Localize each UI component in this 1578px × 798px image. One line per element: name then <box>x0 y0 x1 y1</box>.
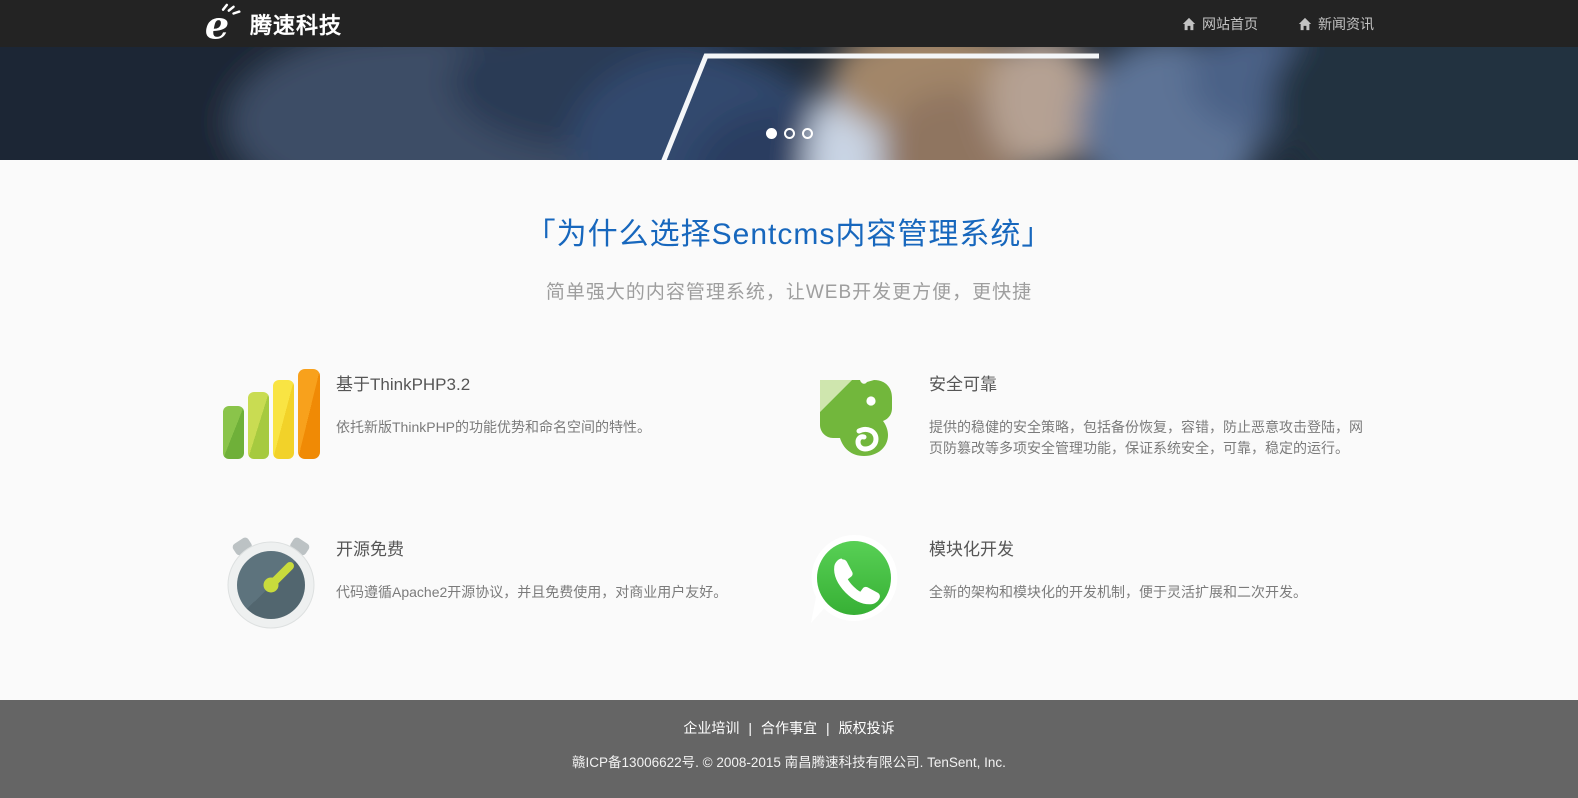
nav-item-home[interactable]: 网站首页 <box>1182 14 1258 34</box>
feature-title: 安全可靠 <box>929 370 1373 395</box>
section-subtitle: 简单强大的内容管理系统，让WEB开发更方便，更快捷 <box>0 277 1578 304</box>
footer: 企业培训 | 合作事宜 | 版权投诉 赣ICP备13006622号. © 2008-20… <box>0 700 1578 798</box>
feature-desc: 代码遵循Apache2开源协议，并且免费使用，对商业用户友好。 <box>336 582 727 603</box>
copyright-text: 赣ICP备13006622号. © 2008-2015 南昌腾速科技有限公司. … <box>0 751 1578 771</box>
svg-text:e: e <box>205 3 229 45</box>
site-logo[interactable]: e 腾速科技 <box>204 3 342 45</box>
carousel-dot-1[interactable] <box>766 128 777 139</box>
footer-link-training[interactable]: 企业培训 <box>683 720 739 736</box>
bar-chart-icon <box>223 368 320 461</box>
feature-title: 开源免费 <box>336 535 727 560</box>
carousel-dot-3[interactable] <box>802 128 813 139</box>
intro-block: 「为什么选择Sentcms内容管理系统」 简单强大的内容管理系统，让WEB开发更… <box>0 160 1578 304</box>
elephant-icon <box>808 368 905 461</box>
carousel-dot-2[interactable] <box>784 128 795 139</box>
home-icon <box>1298 17 1312 31</box>
stopwatch-icon <box>223 533 320 626</box>
feature-thinkphp: 基于ThinkPHP3.2 依托新版ThinkPHP的功能优势和命名空间的特性。 <box>223 368 808 461</box>
nav-item-label: 网站首页 <box>1202 14 1258 34</box>
feature-desc: 提供的稳健的安全策略，包括备份恢复，容错，防止恶意攻击登陆，网页防篡改等多项安全… <box>929 417 1373 459</box>
section-title: 「为什么选择Sentcms内容管理系统」 <box>0 209 1578 253</box>
whatsapp-icon <box>808 533 905 626</box>
footer-link-cooperation[interactable]: 合作事宜 <box>761 720 817 736</box>
feature-security: 安全可靠 提供的稳健的安全策略，包括备份恢复，容错，防止恶意攻击登陆，网页防篡改… <box>808 368 1393 461</box>
carousel-dots <box>0 128 1578 139</box>
feature-desc: 全新的架构和模块化的开发机制，便于灵活扩展和二次开发。 <box>929 582 1307 603</box>
feature-opensource: 开源免费 代码遵循Apache2开源协议，并且免费使用，对商业用户友好。 <box>223 533 808 626</box>
top-bar: e 腾速科技 网站首页 新闻资讯 <box>0 0 1578 47</box>
nav-item-news[interactable]: 新闻资讯 <box>1298 14 1374 34</box>
footer-separator: | <box>826 720 830 736</box>
feature-grid: 基于ThinkPHP3.2 依托新版ThinkPHP的功能优势和命名空间的特性。… <box>204 368 1374 626</box>
feature-desc: 依托新版ThinkPHP的功能优势和命名空间的特性。 <box>336 417 651 438</box>
nav-item-label: 新闻资讯 <box>1318 14 1374 34</box>
hero-carousel <box>0 47 1578 160</box>
footer-links: 企业培训 | 合作事宜 | 版权投诉 <box>0 700 1578 738</box>
main-section: 「为什么选择Sentcms内容管理系统」 简单强大的内容管理系统，让WEB开发更… <box>0 160 1578 700</box>
feature-title: 模块化开发 <box>929 535 1307 560</box>
hero-blurred-photo <box>0 47 1578 160</box>
footer-link-copyright-complaint[interactable]: 版权投诉 <box>839 720 895 736</box>
dragon-e-logo-icon: e <box>204 3 244 45</box>
feature-modular: 模块化开发 全新的架构和模块化的开发机制，便于灵活扩展和二次开发。 <box>808 533 1393 626</box>
feature-title: 基于ThinkPHP3.2 <box>336 370 651 395</box>
brand-name: 腾速科技 <box>250 8 342 40</box>
main-nav: 网站首页 新闻资讯 <box>1182 14 1374 34</box>
home-icon <box>1182 17 1196 31</box>
footer-separator: | <box>748 720 752 736</box>
